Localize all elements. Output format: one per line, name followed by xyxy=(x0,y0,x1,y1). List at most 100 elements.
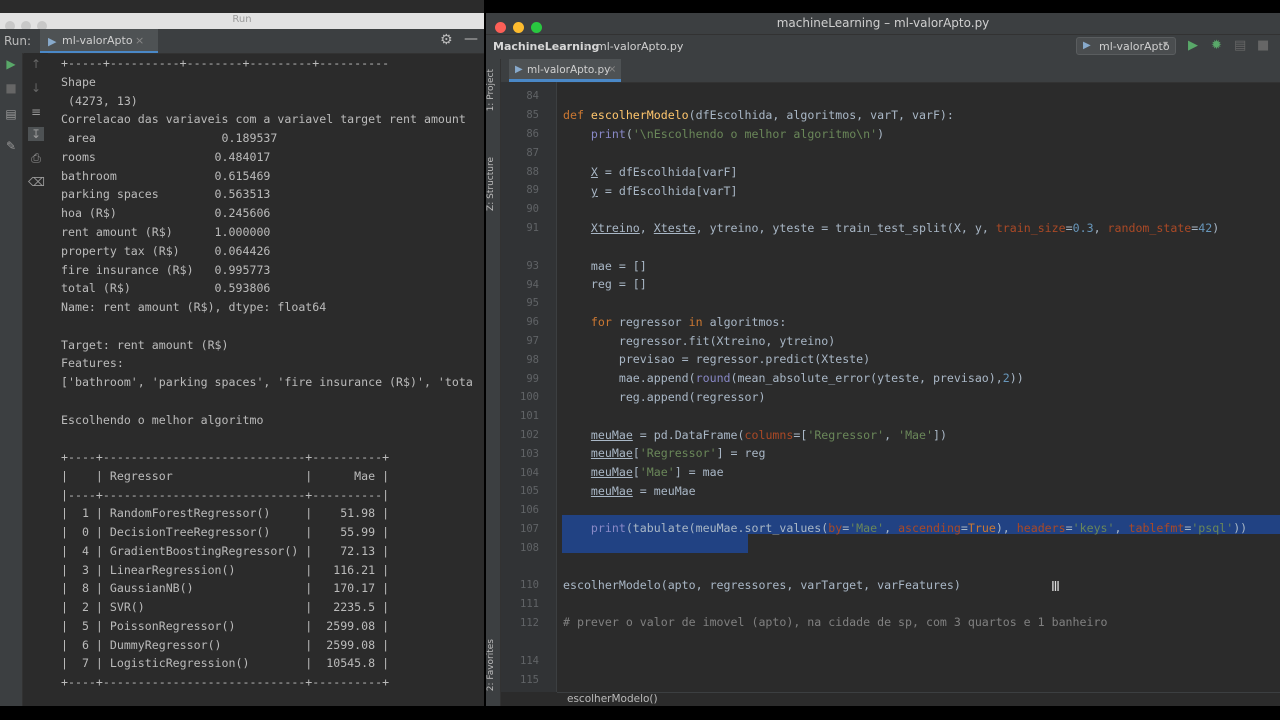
tab-label: ml-valorApto.py xyxy=(527,64,611,76)
stop-icon[interactable]: ■ xyxy=(3,81,19,95)
console-line: fire insurance (R$) 0.995773 xyxy=(61,263,271,277)
console-line: (4273, 13) xyxy=(61,94,138,108)
code-line: previsao = regressor.predict(Xteste) xyxy=(563,352,871,366)
line-number: 102 xyxy=(520,429,539,441)
console-line: rent amount (R$) 1.000000 xyxy=(61,225,271,239)
line-number: 97 xyxy=(526,335,539,347)
run-tab[interactable]: ▶ ml-valorApto × xyxy=(40,29,158,53)
console-line: Correlacao das variaveis com a variavel … xyxy=(61,112,466,126)
close-tab-icon[interactable]: × xyxy=(135,34,144,47)
code-line: meuMae = pd.DataFrame(columns=['Regresso… xyxy=(590,428,947,442)
code-line: for regressor in algoritmos: xyxy=(590,315,787,329)
gear-icon[interactable]: ⚙ xyxy=(440,32,453,48)
project-tool-tab[interactable]: 1: Project xyxy=(486,69,496,111)
coverage-icon[interactable]: ▤ xyxy=(1234,38,1246,53)
editor-window: machineLearning – ml-valorApto.py Machin… xyxy=(486,13,1280,706)
selection-highlight xyxy=(562,534,748,553)
code-line: regressor.fit(Xtreino, ytreino) xyxy=(563,334,836,348)
tab-ml-valorapto[interactable]: ▶ ml-valorApto.py × xyxy=(509,59,621,82)
code-line: escolherModelo(apto, regressores, varTar… xyxy=(563,578,961,592)
code-editor[interactable]: def escolherModelo(dfEscolhida, algoritm… xyxy=(557,82,1280,692)
rerun-icon[interactable]: ▶ xyxy=(3,57,19,71)
console-line: Target: rent amount (R$) xyxy=(61,338,229,352)
code-line: reg = [] xyxy=(563,277,647,291)
line-number: 91 xyxy=(526,222,539,234)
down-arrow-icon[interactable]: ↓ xyxy=(28,81,44,95)
line-number: 99 xyxy=(526,373,539,385)
navigation-bar: MachineLearning › ml-valorApto.py ▶ ml-v… xyxy=(486,34,1280,60)
console-line: |----+-----------------------------+----… xyxy=(61,488,390,502)
console-output: +-----+----------+--------+---------+---… xyxy=(61,53,484,706)
console-line: Name: rent amount (R$), dtype: float64 xyxy=(61,300,327,314)
line-number: 103 xyxy=(520,448,539,460)
print-icon[interactable]: ⎙ xyxy=(28,151,44,166)
run-window: Run Run: ▶ ml-valorApto × ⚙ — ▶ ■ ▤ ✎ ↑ … xyxy=(0,0,484,706)
line-number: 108 xyxy=(520,542,539,554)
console-line: | 5 | PoissonRegressor() | 2599.08 | xyxy=(61,619,390,633)
line-number: 111 xyxy=(520,598,539,610)
line-number: 88 xyxy=(526,166,539,178)
run-side-toolbar-2: ↑ ↓ ≡ ↧ ⎙ ⌫ xyxy=(24,53,48,706)
line-number: 87 xyxy=(526,147,539,159)
close-tab-icon[interactable]: × xyxy=(608,64,616,75)
text-cursor-icon: Ⅲ xyxy=(1051,580,1060,595)
console-line: | 2 | SVR() | 2235.5 | xyxy=(61,600,390,614)
run-window-title: Run xyxy=(232,14,252,25)
run-tab-label: ml-valorApto xyxy=(62,34,133,47)
run-toolbar: Run: ▶ ml-valorApto × ⚙ — xyxy=(0,29,484,54)
console-line: ['bathroom', 'parking spaces', 'fire ins… xyxy=(61,375,473,389)
console-line: | 0 | DecisionTreeRegressor() | 55.99 | xyxy=(61,525,390,539)
console-line: property tax (R$) 0.064426 xyxy=(61,244,271,258)
python-icon: ▶ xyxy=(1083,40,1091,51)
console-line: bathroom 0.615469 xyxy=(61,169,271,183)
code-line: def escolherModelo(dfEscolhida, algoritm… xyxy=(563,108,954,122)
console-line: | 4 | GradientBoostingRegressor() | 72.1… xyxy=(61,544,390,558)
hide-icon[interactable]: — xyxy=(464,31,478,47)
layout-icon[interactable]: ▤ xyxy=(3,107,19,121)
line-number: 106 xyxy=(520,504,539,516)
code-line: reg.append(regressor) xyxy=(563,390,766,404)
code-line: meuMae = meuMae xyxy=(590,484,696,498)
up-arrow-icon[interactable]: ↑ xyxy=(28,57,44,71)
line-number: 84 xyxy=(526,90,539,102)
debug-icon[interactable]: ✹ xyxy=(1211,38,1222,53)
code-line: print('\nEscolhendo o melhor algoritmo\n… xyxy=(590,127,885,141)
stop-icon[interactable]: ■ xyxy=(1257,38,1269,53)
code-line: X = dfEscolhida[varF] xyxy=(590,165,738,179)
run-window-titlebar: Run xyxy=(0,13,484,31)
breadcrumb-function[interactable]: escolherModelo() xyxy=(567,693,658,705)
soft-wrap-icon[interactable]: ≡ xyxy=(28,105,44,119)
run-config-label: ml-valorApto xyxy=(1099,40,1170,53)
line-number: 93 xyxy=(526,260,539,272)
line-number: 98 xyxy=(526,354,539,366)
run-icon[interactable]: ▶ xyxy=(1188,38,1198,53)
console-line: +----+-----------------------------+----… xyxy=(61,450,390,464)
console-line: Escolhendo o melhor algoritmo xyxy=(61,413,264,427)
scroll-to-end-icon[interactable]: ↧ xyxy=(28,127,44,141)
line-number: 105 xyxy=(520,485,539,497)
code-line: meuMae['Regressor'] = reg xyxy=(590,446,766,460)
line-number: 100 xyxy=(520,391,539,403)
console-line: Features: xyxy=(61,356,124,370)
line-gutter: 84 85 86 87 88 89 90 91 93 94 95 96 97 9… xyxy=(501,82,557,692)
line-number: 112 xyxy=(520,617,539,629)
trash-icon[interactable]: ⌫ xyxy=(28,175,45,189)
console-line: Shape xyxy=(61,75,96,89)
line-number: 110 xyxy=(520,579,539,591)
line-number: 104 xyxy=(520,467,539,479)
favorites-tool-tab[interactable]: 2: Favorites xyxy=(486,639,496,691)
line-number: 95 xyxy=(526,297,539,309)
console-line: +-----+----------+--------+---------+---… xyxy=(61,56,390,70)
line-number: 101 xyxy=(520,410,539,422)
console-line: | 6 | DummyRegressor() | 2599.08 | xyxy=(61,638,390,652)
console-line: | 1 | RandomForestRegressor() | 51.98 | xyxy=(61,506,390,520)
run-config-select[interactable]: ▶ ml-valorApto ▾ xyxy=(1076,37,1176,55)
line-number: 114 xyxy=(520,655,539,667)
structure-tool-tab[interactable]: Z: Structure xyxy=(486,157,496,211)
pin-icon[interactable]: ✎ xyxy=(3,139,19,153)
editor-tabs: ▶ ml-valorApto.py × xyxy=(501,59,1280,83)
code-line: mae.append(round(mean_absolute_error(yte… xyxy=(563,371,1024,385)
file-crumb[interactable]: ml-valorApto.py xyxy=(596,40,683,53)
code-line: meuMae['Mae'] = mae xyxy=(590,465,724,479)
chevron-right-icon: › xyxy=(583,39,588,53)
